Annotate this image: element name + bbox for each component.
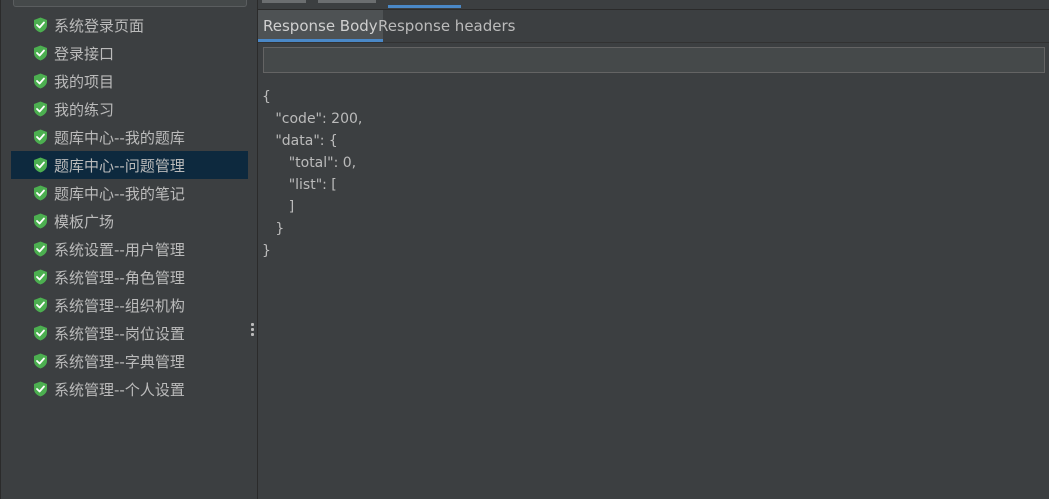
tree-item-label: 题库中心--我的题库 [54, 128, 185, 147]
tree-item-organization[interactable]: 系统管理--组织机构 [11, 291, 249, 319]
panel-splitter[interactable] [248, 0, 258, 499]
tree-item-user-management[interactable]: 系统设置--用户管理 [11, 235, 249, 263]
tree-item-label: 系统管理--角色管理 [54, 268, 185, 287]
tree-item-question-bank-mine[interactable]: 题库中心--我的题库 [11, 123, 249, 151]
tree-item-template-square[interactable]: 模板广场 [11, 207, 249, 235]
tree-item-label: 登录接口 [54, 44, 115, 63]
json-line: "data": { [262, 133, 338, 149]
tree-item-label: 我的练习 [54, 100, 115, 119]
tree-item-role-management[interactable]: 系统管理--角色管理 [11, 263, 249, 291]
tree-item-login-api[interactable]: 登录接口 [11, 39, 249, 67]
drag-handle-icon[interactable] [251, 323, 254, 337]
success-check-icon [34, 241, 47, 257]
success-check-icon [34, 353, 47, 369]
tree-filter-field[interactable] [13, 0, 247, 7]
tree-item-dictionary-management[interactable]: 系统管理--字典管理 [11, 347, 249, 375]
tree-item-label: 系统管理--组织机构 [54, 296, 185, 315]
search-input[interactable] [263, 47, 1045, 73]
success-check-icon [34, 269, 47, 285]
response-body-view[interactable]: { "code": 200, "data": { "total": 0, "li… [258, 81, 1049, 499]
tree-item-label: 题库中心--我的笔记 [54, 184, 185, 203]
tab-response-headers[interactable]: Response headers [373, 10, 520, 39]
results-tree-panel: 系统登录页面 登录接口 我的项目 我的练习 题库中心--我的题库 题库中心--问… [0, 0, 249, 499]
app-window: 系统登录页面 登录接口 我的项目 我的练习 题库中心--我的题库 题库中心--问… [0, 0, 1049, 499]
top-tab-hint[interactable] [318, 0, 376, 3]
top-tab-hint[interactable] [262, 0, 306, 3]
success-check-icon [34, 213, 47, 229]
tree-item-label: 系统设置--用户管理 [54, 240, 185, 259]
success-check-icon [34, 129, 47, 145]
response-panel: Response Body Response headers { "code":… [258, 0, 1049, 499]
success-check-icon [34, 157, 47, 173]
json-line: } [262, 243, 271, 259]
tree-item-my-practice[interactable]: 我的练习 [11, 95, 249, 123]
tree-item-label: 题库中心--问题管理 [54, 156, 185, 175]
tree-item-my-notes[interactable]: 题库中心--我的笔记 [11, 179, 249, 207]
json-line: ] [262, 199, 295, 215]
json-line: } [262, 221, 285, 237]
success-check-icon [34, 17, 47, 33]
results-tree: 系统登录页面 登录接口 我的项目 我的练习 题库中心--我的题库 题库中心--问… [11, 11, 249, 403]
json-line: "total": 0, [262, 155, 357, 171]
tree-item-label: 系统管理--岗位设置 [54, 324, 185, 343]
tree-item-post-settings[interactable]: 系统管理--岗位设置 [11, 319, 249, 347]
tree-item-question-management[interactable]: 题库中心--问题管理 [11, 151, 249, 179]
success-check-icon [34, 297, 47, 313]
json-response-text: { "code": 200, "data": { "total": 0, "li… [262, 86, 362, 262]
tree-item-label: 模板广场 [54, 212, 115, 231]
top-tab-strip [258, 0, 1049, 10]
success-check-icon [34, 101, 47, 117]
tree-item-personal-settings[interactable]: 系统管理--个人设置 [11, 375, 249, 403]
json-line: "code": 200, [262, 111, 363, 127]
response-tabs: Response Body Response headers [258, 10, 1049, 43]
json-line: "list": [ [262, 177, 337, 193]
json-line: { [262, 89, 271, 105]
tree-item-label: 我的项目 [54, 72, 115, 91]
success-check-icon [34, 185, 47, 201]
tree-item-my-projects[interactable]: 我的项目 [11, 67, 249, 95]
success-check-icon [34, 381, 47, 397]
tree-item-label: 系统登录页面 [54, 16, 145, 35]
success-check-icon [34, 325, 47, 341]
search-bar [258, 43, 1049, 81]
tree-item-login-page[interactable]: 系统登录页面 [11, 11, 249, 39]
active-top-tab-indicator[interactable] [388, 5, 461, 8]
success-check-icon [34, 45, 47, 61]
tree-item-label: 系统管理--个人设置 [54, 380, 185, 399]
tab-response-body[interactable]: Response Body [258, 10, 383, 42]
success-check-icon [34, 73, 47, 89]
tree-item-label: 系统管理--字典管理 [54, 352, 185, 371]
